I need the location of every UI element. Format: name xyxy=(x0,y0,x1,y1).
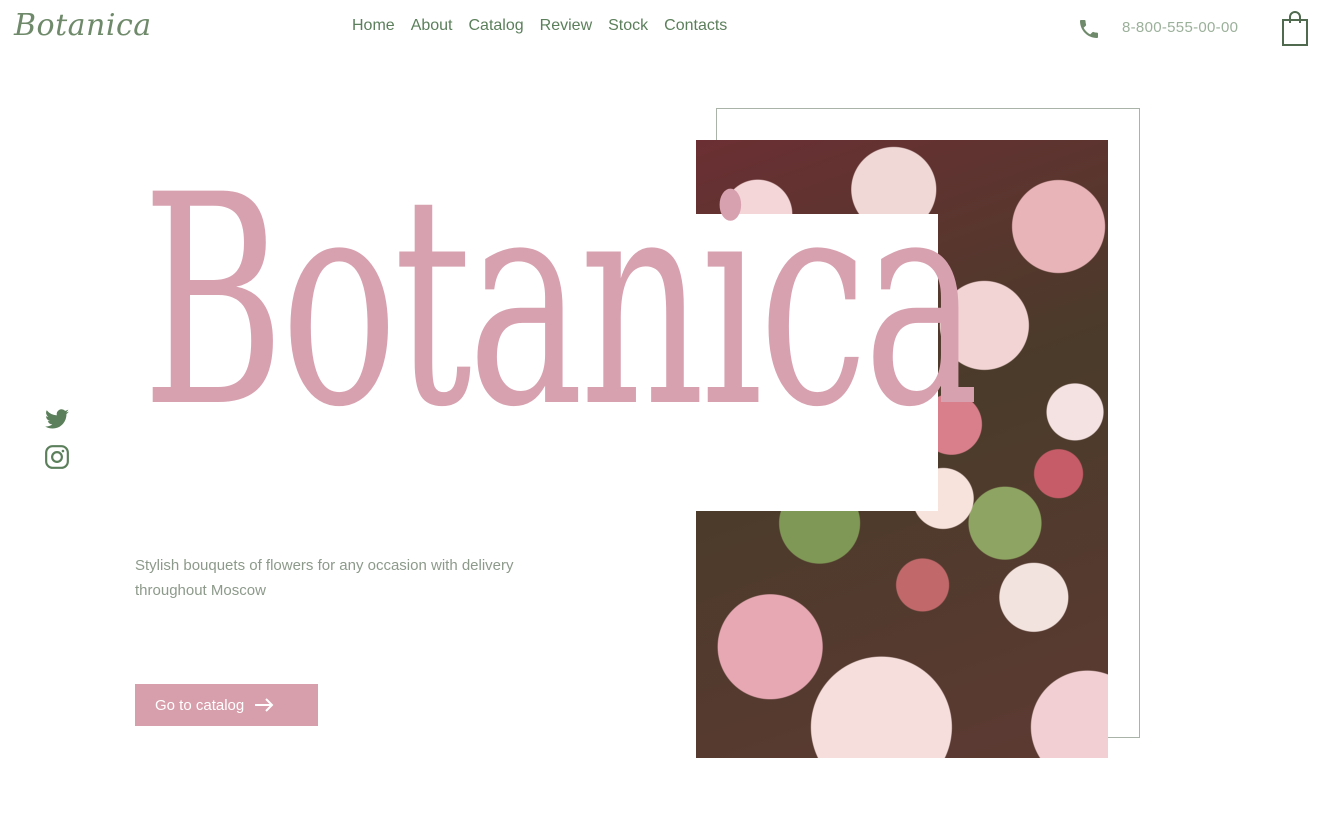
shopping-bag-icon[interactable] xyxy=(1281,11,1309,47)
go-to-catalog-button[interactable]: Go to catalog xyxy=(135,684,318,726)
nav-stock[interactable]: Stock xyxy=(608,17,648,35)
phone-icon xyxy=(1077,17,1101,41)
nav-review[interactable]: Review xyxy=(540,17,592,35)
twitter-icon[interactable] xyxy=(44,406,70,432)
social-links xyxy=(44,406,70,470)
nav-about[interactable]: About xyxy=(411,17,453,35)
nav-home[interactable]: Home xyxy=(352,17,395,35)
hero-title: Botanica xyxy=(142,134,979,471)
phone-number[interactable]: 8-800-555-00-00 xyxy=(1122,19,1238,36)
logo[interactable]: Botanica xyxy=(14,8,152,43)
nav-contacts[interactable]: Contacts xyxy=(664,17,727,35)
nav-catalog[interactable]: Catalog xyxy=(469,17,524,35)
arrow-right-icon xyxy=(254,698,274,712)
hero-tagline: Stylish bouquets of flowers for any occa… xyxy=(135,557,514,599)
instagram-icon[interactable] xyxy=(44,444,70,470)
main-nav: Home About Catalog Review Stock Contacts xyxy=(352,17,727,35)
go-to-catalog-label: Go to catalog xyxy=(155,696,245,714)
